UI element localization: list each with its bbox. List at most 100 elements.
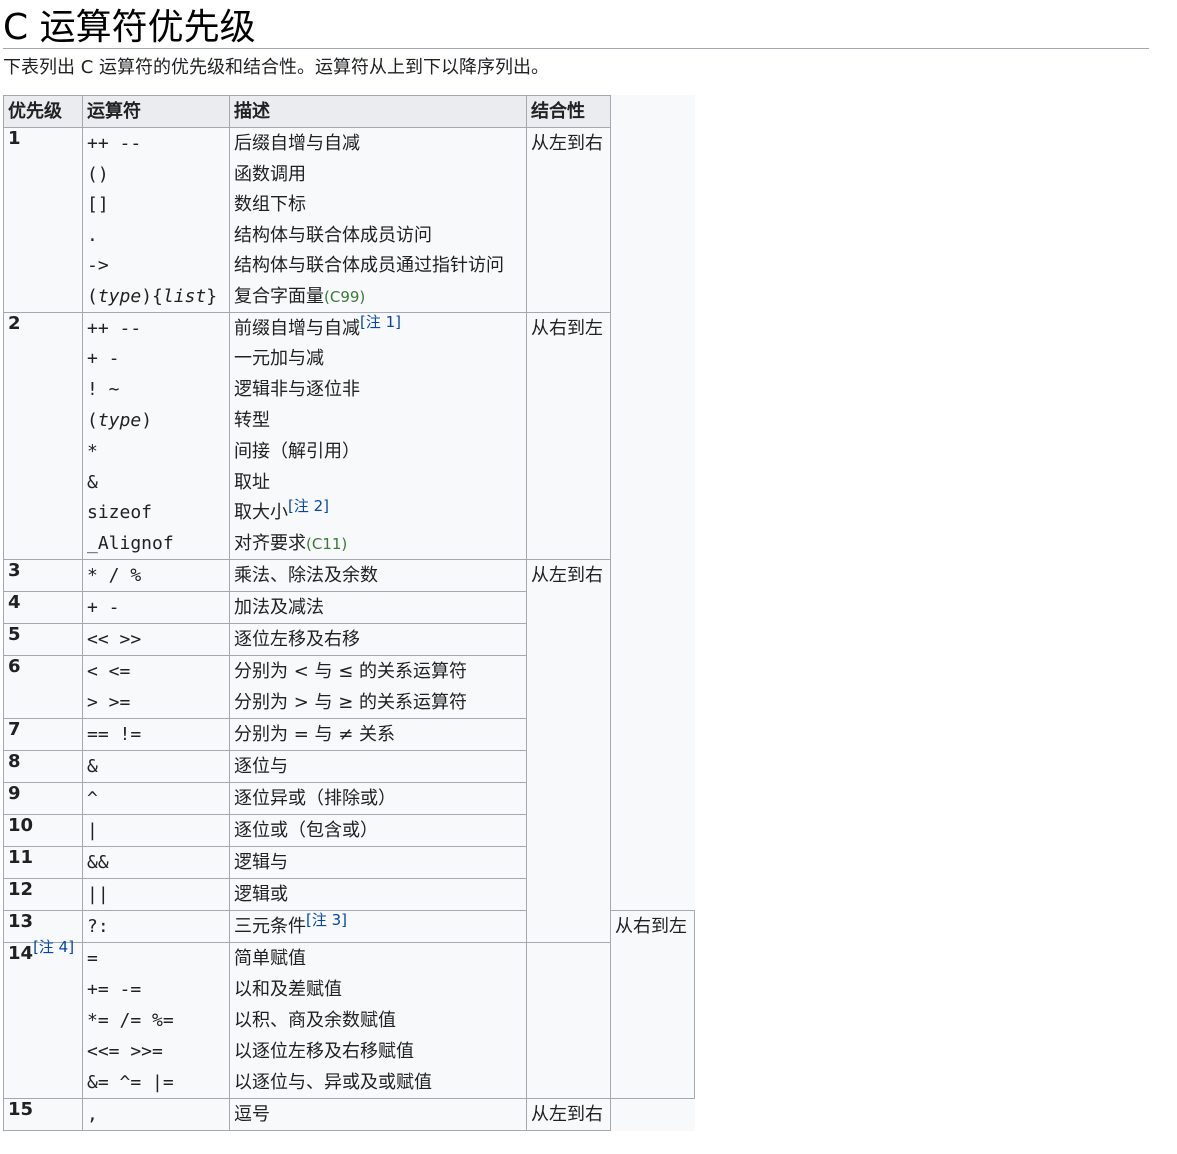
description: 加法及减法 <box>234 596 324 618</box>
operator-part: list <box>162 285 207 307</box>
operator: &= ^= |= <box>87 1071 174 1093</box>
operator-cell: = += -= *= /= %= <<= >>= &= ^= |= <box>82 941 230 1099</box>
description: 逻辑非与逐位非 <box>234 379 360 401</box>
description: 前缀自增与自减[注 1] <box>234 313 522 344</box>
footnote-link[interactable]: [注 2] <box>288 497 329 515</box>
operator-cell: << >> <box>82 622 230 656</box>
operator: . <box>87 224 98 246</box>
description: 对齐要求(C11) <box>234 528 522 559</box>
operator: & <box>87 471 98 493</box>
operator: | <box>87 819 98 841</box>
description-text: 前缀自增与自减 <box>234 317 360 339</box>
description: 乘法、除法及余数 <box>234 564 378 586</box>
table-row: 2 ++ -- + - ! ~ (type) * & sizeof _Align… <box>3 311 695 560</box>
level-cell: 11 <box>3 845 83 879</box>
description: 取址 <box>234 471 270 493</box>
level-cell: 9 <box>3 781 83 815</box>
header-associativity: 结合性 <box>526 95 611 128</box>
operator-part: } <box>206 285 218 307</box>
operator: ! ~ <box>87 379 120 401</box>
description: 简单赋值 <box>234 947 306 969</box>
operator: == != <box>87 723 142 745</box>
table-row: 3 * / % 乘法、除法及余数 从左到右 <box>3 558 695 943</box>
precedence-table: 优先级 运算符 描述 结合性 1 ++ -- () [] . -> (type)… <box>3 95 695 1131</box>
description-cell: 后缀自增与自减 函数调用 数组下标 结构体与联合体成员访问 结构体与联合体成员通… <box>229 127 527 313</box>
page-title: C 运算符优先级 <box>3 0 1149 49</box>
description-cell: 逐位与 <box>229 749 527 783</box>
level-cell: 14[注 4] <box>3 939 83 1099</box>
operator: ++ -- <box>87 133 142 154</box>
intro-text: 下表列出 C 运算符的优先级和结合性。运算符从上到下以降序列出。 <box>3 57 550 78</box>
operator-cell: , <box>82 1097 230 1131</box>
operator: & <box>87 755 98 777</box>
operator: && <box>87 851 109 873</box>
description: 函数调用 <box>234 163 306 185</box>
operator-part: ) <box>141 409 153 431</box>
operator-cell: ++ -- + - ! ~ (type) * & sizeof _Alignof <box>82 311 230 560</box>
description: 以和及差赋值 <box>234 978 342 1000</box>
operator: + - <box>87 348 120 370</box>
operator-cell: ^ <box>82 781 230 815</box>
description-cell: 加法及减法 <box>229 590 527 624</box>
operator: * <box>87 440 98 462</box>
level-cell: 6 <box>3 654 83 719</box>
description: 逐位左移及右移 <box>234 628 360 650</box>
associativity: 从左到右 <box>531 133 603 154</box>
description-cell: 逐位或（包含或） <box>229 813 527 847</box>
description: 转型 <box>234 409 270 431</box>
description: 间接（解引用） <box>234 440 360 462</box>
description-text: 三元条件 <box>234 915 306 937</box>
description-cell: 乘法、除法及余数 <box>229 558 527 592</box>
operator-cell: ++ -- () [] . -> (type){list} <box>82 127 230 313</box>
level-cell: 7 <box>3 717 83 751</box>
operator-cell: < <= > >= <box>82 654 230 719</box>
description: 逐位或（包含或） <box>234 819 378 841</box>
footnote-link[interactable]: [注 3] <box>306 911 347 929</box>
footnote-link[interactable]: [注 1] <box>360 313 401 331</box>
operator-part: type <box>97 285 142 307</box>
description: 三元条件[注 3] <box>234 911 522 942</box>
description: 结构体与联合体成员通过指针访问 <box>234 255 504 277</box>
operator: <<= >>= <box>87 1040 163 1062</box>
operator: += -= <box>87 978 142 1000</box>
description-cell: 逻辑与 <box>229 845 527 879</box>
operator: ?: <box>87 915 109 937</box>
operator: << >> <box>87 628 142 650</box>
operator: -> <box>87 255 109 277</box>
description: 逻辑与 <box>234 851 288 873</box>
operator-cell: == != <box>82 717 230 751</box>
description-cell: 逐位左移及右移 <box>229 622 527 656</box>
associativity: 从左到右 <box>531 564 603 586</box>
header-operator: 运算符 <box>82 95 230 128</box>
operator-cell: & <box>82 749 230 783</box>
description: 结构体与联合体成员访问 <box>234 224 432 246</box>
footnote-link[interactable]: [注 4] <box>33 938 74 956</box>
description: 逐位异或（排除或） <box>234 787 396 809</box>
description: 逗号 <box>234 1103 270 1125</box>
description-cell: 分别为 < 与 ≤ 的关系运算符 分别为 > 与 ≥ 的关系运算符 <box>229 654 527 719</box>
associativity-cell: 从左到右 <box>526 1097 611 1131</box>
description: 以逐位左移及右移赋值 <box>234 1040 414 1062</box>
operator: sizeof <box>87 502 153 524</box>
description: 后缀自增与自减 <box>234 133 360 154</box>
description: 逻辑或 <box>234 883 288 905</box>
operator-cell: + - <box>82 590 230 624</box>
level-cell: 4 <box>3 590 83 624</box>
description: 分别为 > 与 ≥ 的关系运算符 <box>234 691 468 713</box>
description: 一元加与减 <box>234 348 324 370</box>
operator: ++ -- <box>87 317 142 339</box>
description-text: 对齐要求 <box>234 533 306 555</box>
description: 以逐位与、异或及或赋值 <box>234 1071 432 1093</box>
level-cell: 2 <box>3 311 83 560</box>
description-text: 取大小 <box>234 502 288 524</box>
operator: , <box>87 1103 98 1125</box>
description: 分别为 < 与 ≤ 的关系运算符 <box>234 660 468 682</box>
table-row: 14[注 4] = += -= *= /= %= <<= >>= &= ^= |… <box>3 939 695 1099</box>
description: 以积、商及余数赋值 <box>234 1009 396 1031</box>
operator: = <box>87 947 98 969</box>
operator-cell: * / % <box>82 558 230 592</box>
description: 数组下标 <box>234 194 306 216</box>
level-cell: 1 <box>3 127 83 313</box>
operator-cell: || <box>82 877 230 911</box>
operator: _Alignof <box>87 533 174 555</box>
